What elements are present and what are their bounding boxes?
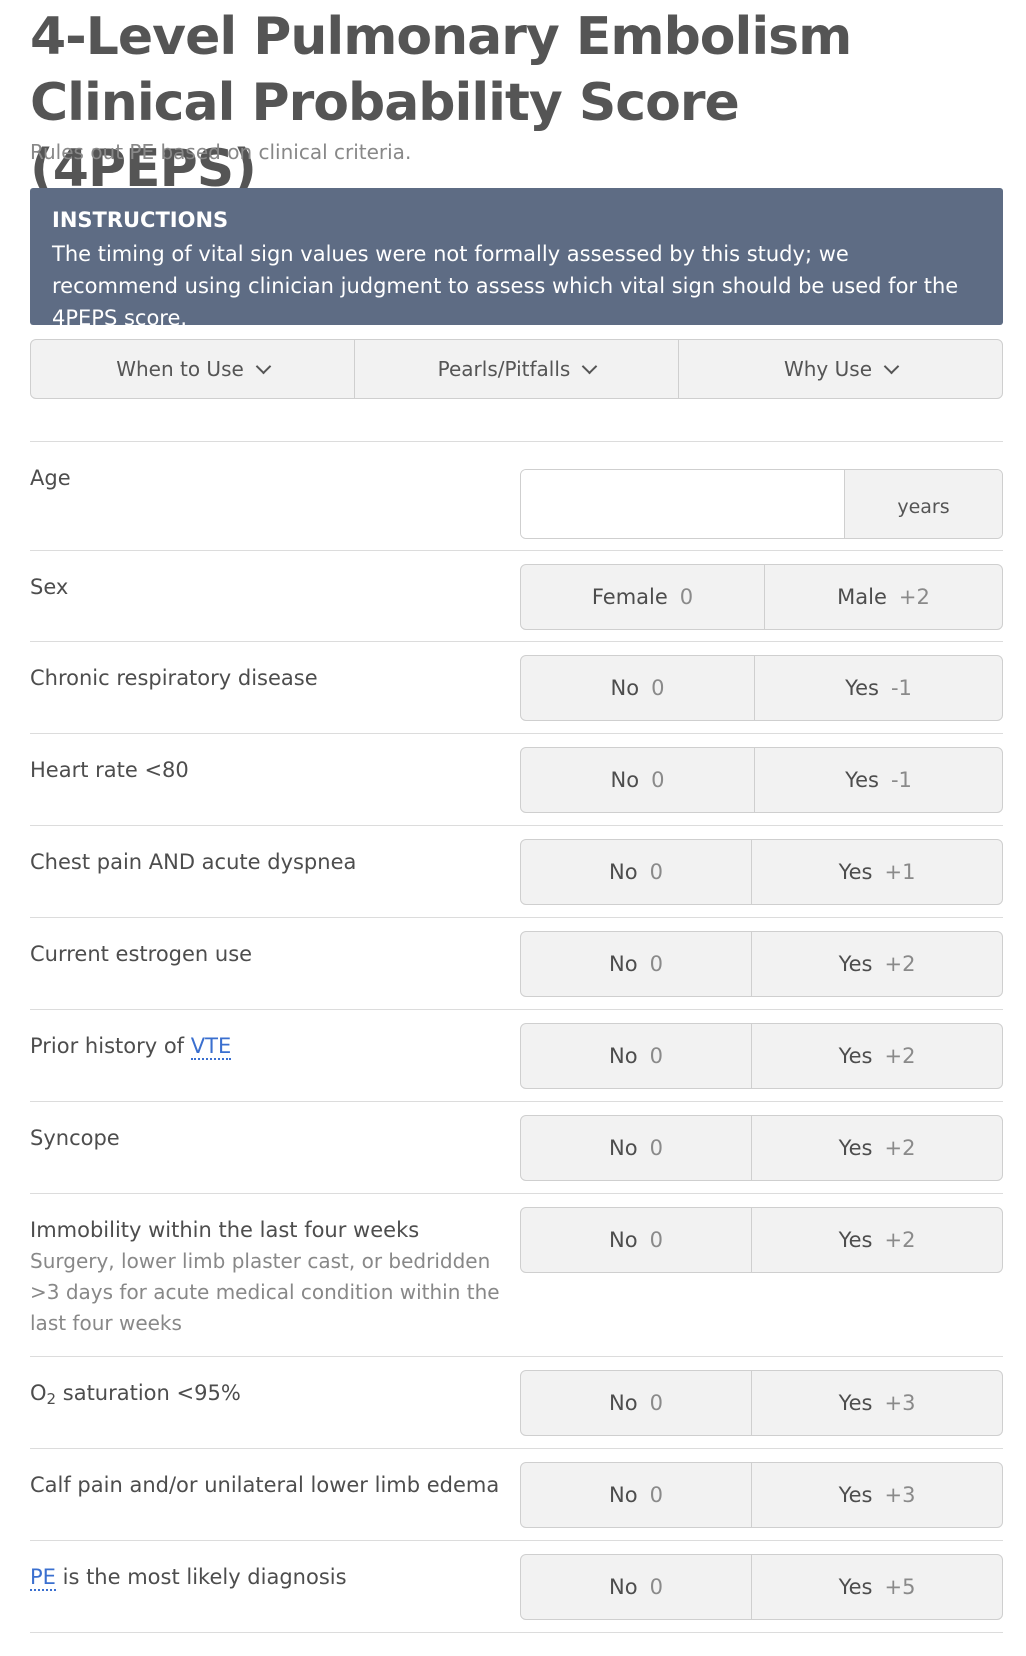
- yes-option[interactable]: Yes -1: [755, 656, 1002, 720]
- age-unit: years: [845, 470, 1002, 538]
- yes-no-toggle: No 0 Yes +2: [520, 1023, 1003, 1089]
- yes-no-toggle: No 0 Yes -1: [520, 747, 1003, 813]
- page-subtitle: Rules out PE based on clinical criteria.: [30, 140, 412, 164]
- question-label: PE is the most likely diagnosis: [30, 1565, 347, 1591]
- sex-female-option[interactable]: Female 0: [521, 565, 765, 629]
- no-option[interactable]: No 0: [521, 656, 755, 720]
- sex-row: Sex Female 0 Male +2: [30, 550, 1003, 641]
- page-title: 4-Level Pulmonary Embolism Clinical Prob…: [30, 7, 852, 199]
- yes-no-toggle: No 0 Yes -1: [520, 655, 1003, 721]
- question-label: Current estrogen use: [30, 942, 253, 966]
- info-tabs: When to Use Pearls/Pitfalls Why Use: [30, 339, 1003, 399]
- yes-option[interactable]: Yes +3: [752, 1463, 1002, 1527]
- no-option[interactable]: No 0: [521, 1463, 752, 1527]
- question-row-chronic-respiratory: Chronic respiratory disease No 0 Yes -1: [30, 641, 1003, 733]
- yes-no-toggle: No 0 Yes +2: [520, 1115, 1003, 1181]
- no-option[interactable]: No 0: [521, 1116, 752, 1180]
- question-row-o2-saturation: O2 saturation <95% No 0 Yes +3: [30, 1356, 1003, 1448]
- sex-toggle: Female 0 Male +2: [520, 564, 1003, 630]
- yes-option[interactable]: Yes +5: [752, 1555, 1002, 1619]
- yes-option[interactable]: Yes +2: [752, 1024, 1002, 1088]
- question-row-estrogen: Current estrogen use No 0 Yes +2: [30, 917, 1003, 1009]
- question-label: O2 saturation <95%: [30, 1381, 241, 1408]
- yes-option[interactable]: Yes +1: [752, 840, 1002, 904]
- no-option[interactable]: No 0: [521, 1371, 752, 1435]
- yes-no-toggle: No 0 Yes +2: [520, 931, 1003, 997]
- question-label: Chest pain AND acute dyspnea: [30, 850, 357, 874]
- tab-pearls-pitfalls[interactable]: Pearls/Pitfalls: [355, 340, 679, 398]
- question-label: Syncope: [30, 1126, 120, 1150]
- tab-why-use[interactable]: Why Use: [679, 340, 1002, 398]
- no-option[interactable]: No 0: [521, 932, 752, 996]
- pe-abbreviation-link[interactable]: PE: [30, 1565, 56, 1591]
- question-row-prior-vte: Prior history of VTE No 0 Yes +2: [30, 1009, 1003, 1101]
- yes-no-toggle: No 0 Yes +5: [520, 1554, 1003, 1620]
- question-label: Chronic respiratory disease: [30, 666, 318, 690]
- question-row-syncope: Syncope No 0 Yes +2: [30, 1101, 1003, 1193]
- question-hint: Surgery, lower limb plaster cast, or bed…: [30, 1249, 500, 1335]
- question-label: Heart rate <80: [30, 758, 189, 782]
- yes-option[interactable]: Yes +2: [752, 1208, 1002, 1272]
- no-option[interactable]: No 0: [521, 748, 755, 812]
- question-row-chest-pain: Chest pain AND acute dyspnea No 0 Yes +1: [30, 825, 1003, 917]
- question-label: Prior history of VTE: [30, 1034, 232, 1060]
- age-input[interactable]: [521, 470, 845, 538]
- no-option[interactable]: No 0: [521, 840, 752, 904]
- yes-option[interactable]: Yes -1: [755, 748, 1002, 812]
- yes-no-toggle: No 0 Yes +1: [520, 839, 1003, 905]
- sex-male-option[interactable]: Male +2: [765, 565, 1002, 629]
- chevron-down-icon: [883, 358, 900, 374]
- instructions-title: INSTRUCTIONS: [52, 208, 229, 232]
- instructions-panel: INSTRUCTIONS The timing of vital sign va…: [30, 188, 1003, 330]
- yes-option[interactable]: Yes +2: [752, 1116, 1002, 1180]
- question-label: Calf pain and/or unilateral lower limb e…: [30, 1473, 500, 1497]
- question-row-pe-likely: PE is the most likely diagnosis No 0 Yes +…: [30, 1540, 1003, 1633]
- age-label: Age: [30, 466, 71, 490]
- question-label: Immobility within the last four weeks Su…: [30, 1216, 500, 1339]
- tab-label: Pearls/Pitfalls: [437, 357, 571, 381]
- chevron-down-icon: [255, 358, 272, 374]
- chevron-down-icon: [582, 358, 598, 374]
- no-option[interactable]: No 0: [521, 1024, 752, 1088]
- no-option[interactable]: No 0: [521, 1208, 752, 1272]
- tab-label: Why Use: [783, 357, 872, 381]
- vte-abbreviation-link[interactable]: VTE: [190, 1034, 232, 1060]
- yes-no-toggle: No 0 Yes +3: [520, 1462, 1003, 1528]
- question-row-immobility: Immobility within the last four weeks Su…: [30, 1193, 1003, 1356]
- yes-option[interactable]: Yes +3: [752, 1371, 1002, 1435]
- points-value: +2: [898, 585, 930, 609]
- question-row-heart-rate: Heart rate <80 No 0 Yes -1: [30, 733, 1003, 825]
- yes-no-toggle: No 0 Yes +3: [520, 1370, 1003, 1436]
- yes-option[interactable]: Yes +2: [752, 932, 1002, 996]
- age-row: Age years: [30, 441, 1003, 550]
- tab-when-to-use[interactable]: When to Use: [31, 340, 355, 398]
- instructions-text: The timing of vital sign values were not…: [52, 242, 959, 330]
- yes-no-toggle: No 0 Yes +2: [520, 1207, 1003, 1273]
- points-value: 0: [679, 585, 694, 609]
- question-row-calf-pain: Calf pain and/or unilateral lower limb e…: [30, 1448, 1003, 1540]
- no-option[interactable]: No 0: [521, 1555, 752, 1619]
- sex-label: Sex: [30, 575, 69, 599]
- tab-label: When to Use: [116, 357, 244, 381]
- age-input-group: years: [520, 469, 1003, 539]
